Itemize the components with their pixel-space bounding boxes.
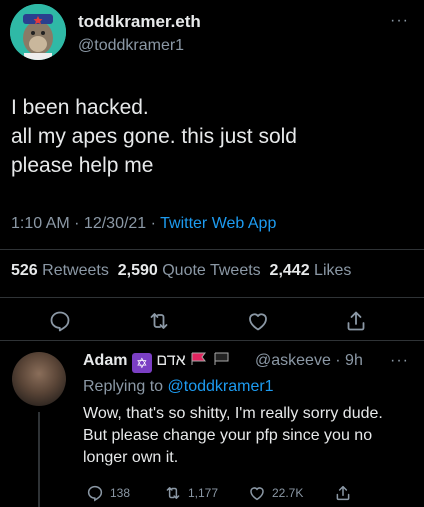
retweet-icon[interactable]: [147, 309, 171, 333]
red-flag-icon: [191, 352, 207, 365]
reply-name-extra: אדם: [156, 352, 186, 369]
reply-retweet-button[interactable]: 1,177: [164, 484, 218, 502]
reply-avatar[interactable]: [12, 352, 66, 406]
display-name[interactable]: toddkramer.eth: [78, 12, 201, 32]
tweet-source[interactable]: Twitter Web App: [160, 215, 276, 232]
reply-like-button[interactable]: 22.7K: [248, 484, 303, 502]
reply-icon[interactable]: [48, 309, 72, 333]
divider: [0, 249, 424, 250]
reply-reply-count: 138: [110, 486, 131, 500]
replying-to-handle[interactable]: @toddkramer1: [168, 378, 274, 395]
replying-prefix: Replying to: [83, 378, 168, 395]
reply-like-count: 22.7K: [272, 486, 304, 500]
retweet-icon: [166, 487, 180, 499]
more-options-icon[interactable]: ···: [390, 12, 409, 30]
tweet-meta: 1:10 AM · 12/30/21 · Twitter Web App: [11, 215, 276, 233]
reply-display-name[interactable]: Adam ✡ אדם: [83, 352, 231, 373]
divider: [0, 297, 424, 298]
black-flag-icon: [214, 352, 229, 365]
like-icon: [250, 487, 264, 501]
retweet-label[interactable]: Retweets: [38, 262, 118, 279]
divider: [0, 340, 424, 341]
reply-more-options-icon[interactable]: ···: [390, 352, 409, 370]
thread-line: [38, 412, 40, 507]
like-count[interactable]: 2,442: [270, 262, 310, 279]
reply-text: Wow, that's so shitty, I'm really sorry …: [83, 405, 383, 466]
tweet-text: I been hacked. all my apes gone. this ju…: [11, 96, 297, 177]
reply-retweet-count: 1,177: [188, 486, 219, 500]
reply-handle-time[interactable]: @askeeve · 9h: [255, 352, 363, 370]
ape-avatar-icon: [10, 4, 66, 60]
reply-reply-button[interactable]: 138: [86, 484, 130, 502]
quote-count[interactable]: 2,590: [118, 262, 158, 279]
replying-to: Replying to @toddkramer1: [83, 378, 274, 396]
reply-icon: [87, 485, 103, 502]
like-label[interactable]: Likes: [310, 262, 351, 279]
tweet-timestamp[interactable]: 1:10 AM · 12/30/21 ·: [11, 215, 160, 232]
retweet-count[interactable]: 526: [11, 262, 38, 279]
avatar[interactable]: [10, 4, 66, 60]
share-icon[interactable]: [344, 309, 368, 333]
like-icon[interactable]: [246, 309, 270, 333]
share-icon: [336, 485, 350, 501]
quote-label[interactable]: Quote Tweets: [158, 262, 270, 279]
star-of-david-icon: ✡: [131, 353, 152, 373]
reply-name: Adam: [83, 352, 128, 369]
tweet-stats: 526 Retweets 2,590 Quote Tweets 2,442 Li…: [11, 262, 351, 280]
reply-share-button[interactable]: [334, 484, 352, 502]
user-handle[interactable]: @toddkramer1: [78, 37, 184, 55]
